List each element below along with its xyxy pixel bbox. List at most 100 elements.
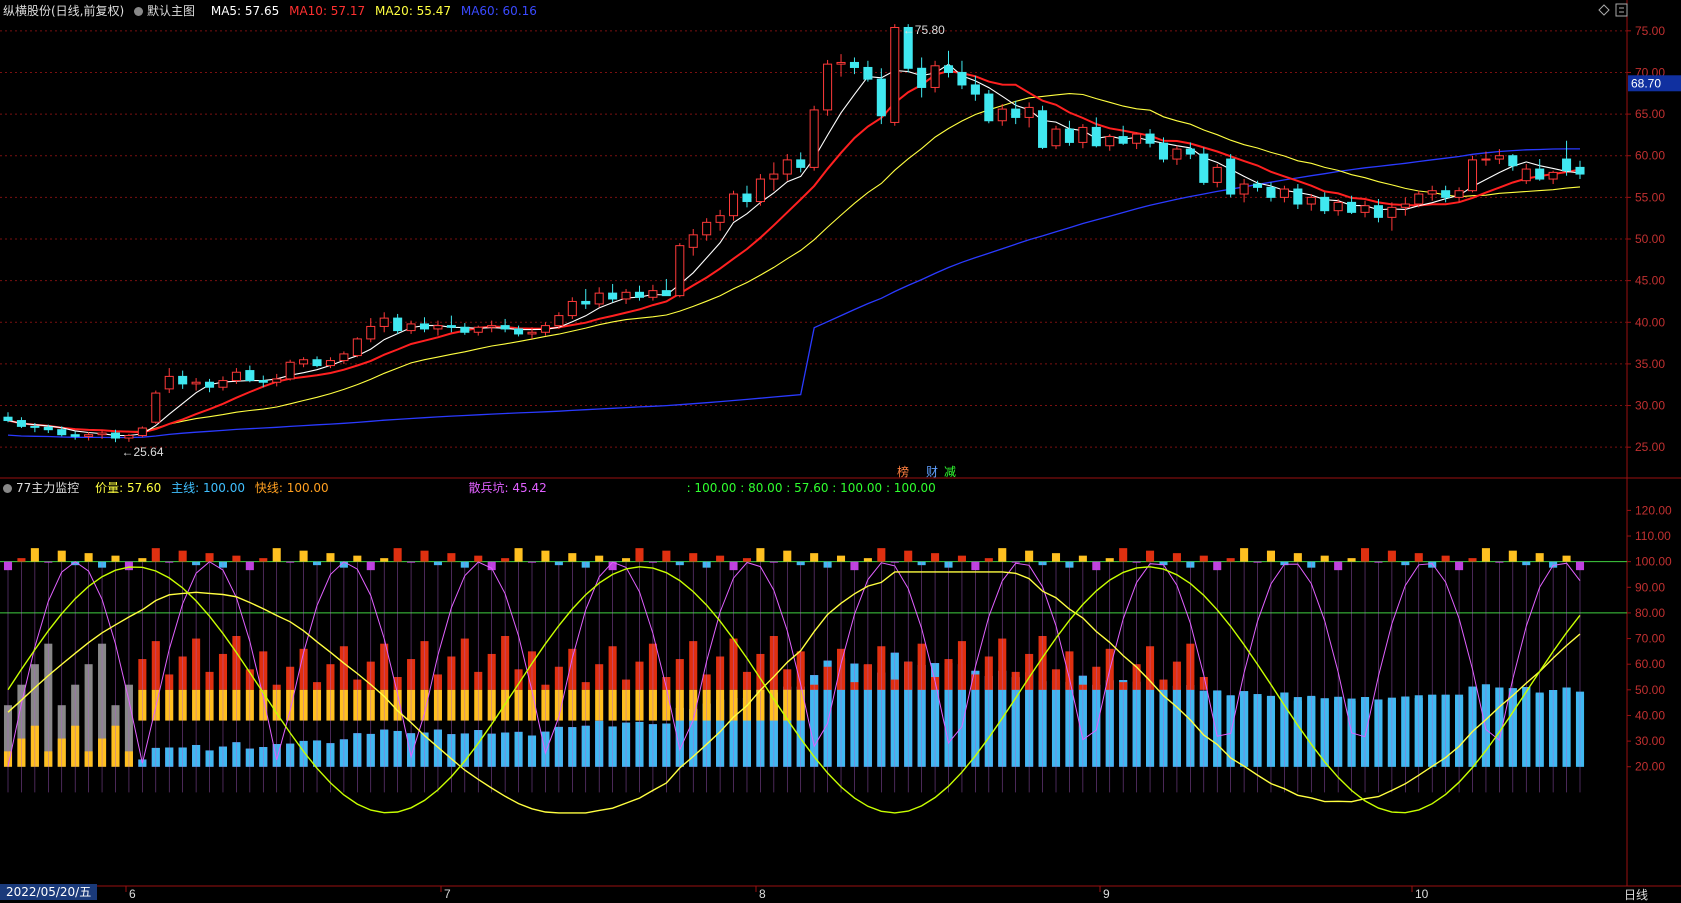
candle-body (957, 71, 967, 86)
indicator-tick-label: 20.00 (1635, 760, 1665, 774)
candle-body (661, 290, 671, 297)
price-tick-label: 45.00 (1635, 274, 1665, 288)
candle (849, 57, 859, 75)
top-hist-bar (1226, 558, 1235, 562)
candle-body (245, 370, 255, 382)
top-hist-bar (1481, 548, 1490, 562)
candle-body (1441, 190, 1451, 198)
diamond-icon[interactable] (1598, 4, 1610, 16)
jian-tag[interactable]: 减 (944, 463, 956, 480)
candle (917, 57, 927, 98)
top-hist-bar (1508, 550, 1517, 562)
candle-body (917, 67, 927, 88)
zhuxian-label: 主线: 100.00 (171, 481, 246, 495)
cai-tag[interactable]: 财 (926, 463, 938, 480)
candle (930, 60, 940, 93)
top-hist-bar (1051, 553, 1061, 562)
candle (688, 229, 698, 256)
candle-body (554, 315, 564, 327)
candle (1253, 180, 1263, 192)
candle-body (57, 429, 67, 436)
candle-body (984, 93, 994, 122)
candle-body (1373, 205, 1383, 218)
top-hist-bar (501, 558, 510, 562)
period-label[interactable]: 日线 (1624, 886, 1648, 903)
candle (1078, 124, 1088, 149)
candle-body (594, 292, 604, 305)
indicator-name: 77主力监控 (16, 481, 80, 495)
candle (729, 190, 739, 221)
candle (863, 60, 873, 82)
indicator-dropdown[interactable]: 77主力监控 (3, 481, 85, 495)
main-chart-label: 默认主图 (147, 4, 196, 18)
candle-body (1078, 126, 1088, 143)
candle (594, 287, 604, 308)
candle (460, 323, 470, 335)
top-hist-bar (353, 555, 362, 562)
indicator-tick-label: 60.00 (1635, 657, 1665, 671)
candle (1239, 179, 1249, 203)
candle-body (1454, 190, 1464, 198)
ma5-label: MA5: 57.65 (210, 4, 280, 18)
top-hist-bar (622, 558, 631, 562)
top-hist-bar (689, 553, 698, 562)
candle-body (1293, 188, 1303, 205)
candle (957, 60, 967, 90)
menu-icon[interactable] (1615, 3, 1628, 17)
candle (581, 288, 591, 309)
candle-body (312, 359, 322, 367)
candle (1279, 185, 1289, 203)
candle (500, 318, 510, 333)
candle (164, 368, 174, 394)
candle-body (796, 159, 806, 168)
candle-body (473, 326, 483, 333)
candle (1454, 187, 1464, 203)
top-hist-bar (1105, 558, 1114, 562)
collapse-circle-icon[interactable] (3, 484, 12, 493)
candle-body (1508, 155, 1518, 167)
collapse-circle-icon[interactable] (134, 7, 144, 16)
candle-body (1481, 158, 1491, 161)
candle-body (272, 378, 282, 383)
top-hist-bar (1146, 550, 1155, 562)
candle-body (1400, 203, 1410, 208)
top-hist-bar (514, 548, 523, 562)
zhuxian-line (7, 571, 1581, 814)
candle (648, 284, 658, 301)
stock-name[interactable]: 纵横股份(日线,前复权) (3, 4, 124, 18)
candle (137, 426, 147, 438)
high-annotation: ←75.80 (903, 23, 945, 37)
main-chart-header: 纵横股份(日线,前复权) 默认主图 MA5: 57.65 MA10: 57.17… (3, 2, 543, 19)
candle-body (1548, 171, 1558, 180)
candle-body (1279, 188, 1289, 198)
top-hist-bar (1468, 558, 1477, 562)
candle (1508, 154, 1518, 171)
candle (675, 243, 685, 298)
indicator-tick-label: 70.00 (1635, 632, 1665, 646)
top-hist-bar (393, 548, 402, 562)
candle-body (1199, 153, 1209, 183)
chart-canvas[interactable]: 75.00 70.00 65.00 60.00 55.00 50.00 45.00 40.00… (0, 0, 1681, 900)
candle (1212, 164, 1222, 188)
top-hist-bar (904, 550, 913, 562)
month-label: 6 (129, 887, 136, 900)
candle (70, 431, 80, 440)
candle (16, 417, 26, 429)
candle-body (1347, 201, 1357, 213)
stock-chart[interactable]: 75.00 70.00 65.00 60.00 55.00 50.00 45.00 40.00… (0, 0, 1681, 903)
indicator-tick-label: 50.00 (1635, 683, 1665, 697)
top-hist-bar (84, 553, 93, 562)
candle (1051, 125, 1061, 150)
top-hist-bar (447, 553, 456, 562)
top-hist-bar (474, 555, 483, 562)
bang-tag[interactable]: 榜 (897, 463, 909, 480)
top-hist-bar (662, 550, 671, 562)
top-hist-bar (30, 548, 39, 562)
main-chart-dropdown[interactable]: 默认主图 (134, 4, 201, 18)
candle (151, 390, 161, 424)
month-label: 8 (759, 887, 766, 900)
candle (742, 185, 752, 208)
price-tick-label: 75.00 (1635, 24, 1665, 38)
candle (1105, 134, 1115, 151)
candle (809, 105, 819, 171)
